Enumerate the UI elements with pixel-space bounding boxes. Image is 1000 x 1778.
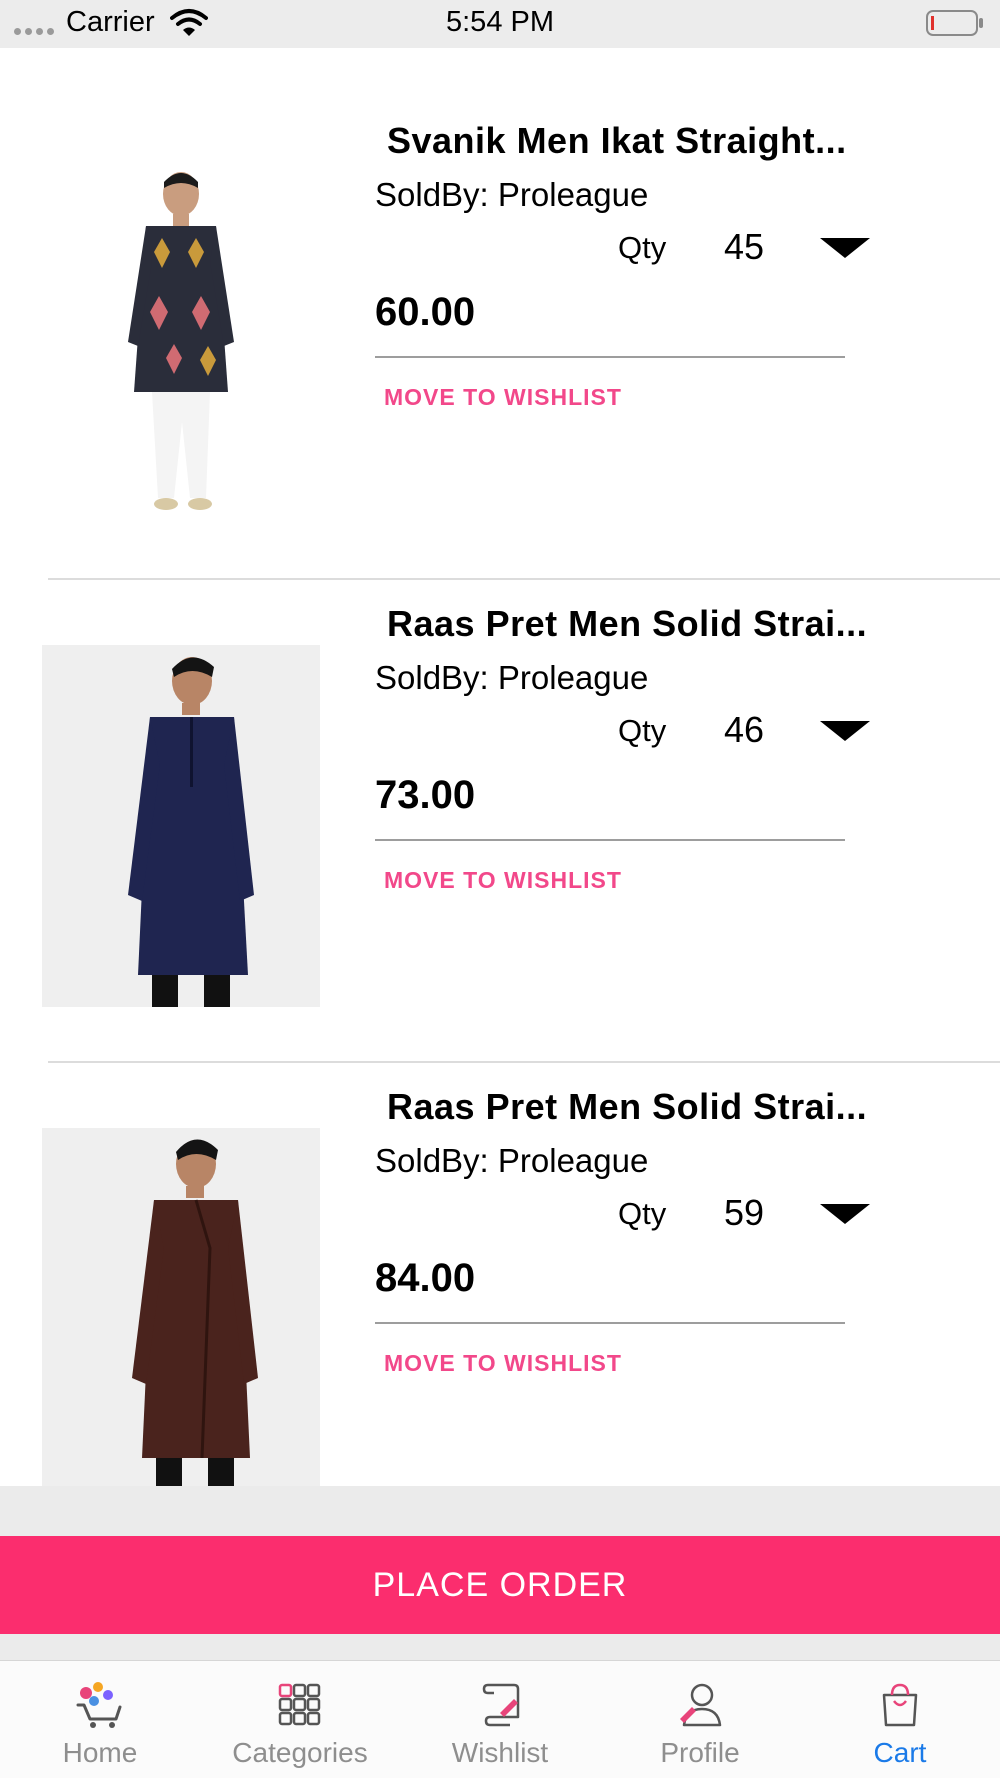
- tab-label: Cart: [873, 1737, 927, 1768]
- status-time: 5:54 PM: [446, 6, 554, 38]
- qty-dropdown-icon[interactable]: [820, 238, 870, 258]
- move-to-wishlist-button[interactable]: MOVE TO WISHLIST: [384, 384, 622, 411]
- tab-label: Profile: [660, 1737, 740, 1768]
- qty-dropdown-icon[interactable]: [820, 1204, 870, 1224]
- user-icon: [680, 1683, 722, 1727]
- product-title[interactable]: Raas Pret Men Solid Strai...: [387, 1086, 867, 1128]
- qty-label: Qty: [618, 230, 667, 265]
- kurta-maroon-image: [132, 1139, 258, 1490]
- item-divider: [48, 578, 1000, 580]
- product-image[interactable]: [42, 645, 320, 1007]
- tab-label: Wishlist: [451, 1737, 549, 1768]
- price-divider: [375, 1322, 845, 1324]
- tab-label: Categories: [232, 1737, 368, 1768]
- tab-categories[interactable]: Categories: [200, 1661, 400, 1778]
- kurta-ikat-image: [128, 172, 234, 510]
- product-image[interactable]: [42, 162, 320, 524]
- seller-label: SoldBy: Proleague: [375, 659, 649, 696]
- cart-list[interactable]: Svanik Men Ikat Straight... SoldBy: Prol…: [0, 48, 1000, 1490]
- qty-label: Qty: [618, 1196, 667, 1231]
- product-image[interactable]: [42, 1128, 320, 1490]
- product-price: 73.00: [375, 773, 476, 817]
- qty-dropdown-icon[interactable]: [820, 721, 870, 741]
- tab-label: Home: [62, 1737, 138, 1768]
- seller-label: SoldBy: Proleague: [375, 1142, 649, 1179]
- qty-value[interactable]: 46: [724, 709, 764, 751]
- cart-item: Raas Pret Men Solid Strai... SoldBy: Pro…: [0, 1070, 1000, 1552]
- product-title[interactable]: Svanik Men Ikat Straight...: [387, 120, 847, 162]
- kurta-navy-image: [128, 657, 254, 1007]
- status-bar: Carrier 5:54 PM: [0, 0, 1000, 48]
- product-price: 60.00: [375, 290, 476, 334]
- price-divider: [375, 356, 845, 358]
- cart-item: Raas Pret Men Solid Strai... SoldBy: Pro…: [0, 587, 1000, 1069]
- qty-value[interactable]: 45: [724, 226, 764, 268]
- place-order-button[interactable]: PLACE ORDER: [0, 1536, 1000, 1634]
- tab-cart[interactable]: Cart: [800, 1661, 1000, 1778]
- tab-bar: Home Categories Wishlist Profile Cart: [0, 1660, 1000, 1778]
- product-price: 84.00: [375, 1256, 476, 1300]
- seller-label: SoldBy: Proleague: [375, 176, 649, 213]
- product-title[interactable]: Raas Pret Men Solid Strai...: [387, 603, 867, 645]
- tab-profile[interactable]: Profile: [600, 1661, 800, 1778]
- move-to-wishlist-button[interactable]: MOVE TO WISHLIST: [384, 867, 622, 894]
- qty-value[interactable]: 59: [724, 1192, 764, 1234]
- shopping-bag-icon: [882, 1683, 918, 1727]
- battery-icon: [926, 10, 983, 36]
- tab-home[interactable]: Home: [0, 1661, 200, 1778]
- price-divider: [375, 839, 845, 841]
- cart-item: Svanik Men Ikat Straight... SoldBy: Prol…: [0, 104, 1000, 586]
- grid-icon: [278, 1683, 321, 1726]
- move-to-wishlist-button[interactable]: MOVE TO WISHLIST: [384, 1350, 622, 1377]
- home-cart-icon: [76, 1682, 122, 1728]
- qty-label: Qty: [618, 713, 667, 748]
- tab-wishlist[interactable]: Wishlist: [400, 1661, 600, 1778]
- scroll-icon: [482, 1683, 520, 1727]
- item-divider: [48, 1061, 1000, 1063]
